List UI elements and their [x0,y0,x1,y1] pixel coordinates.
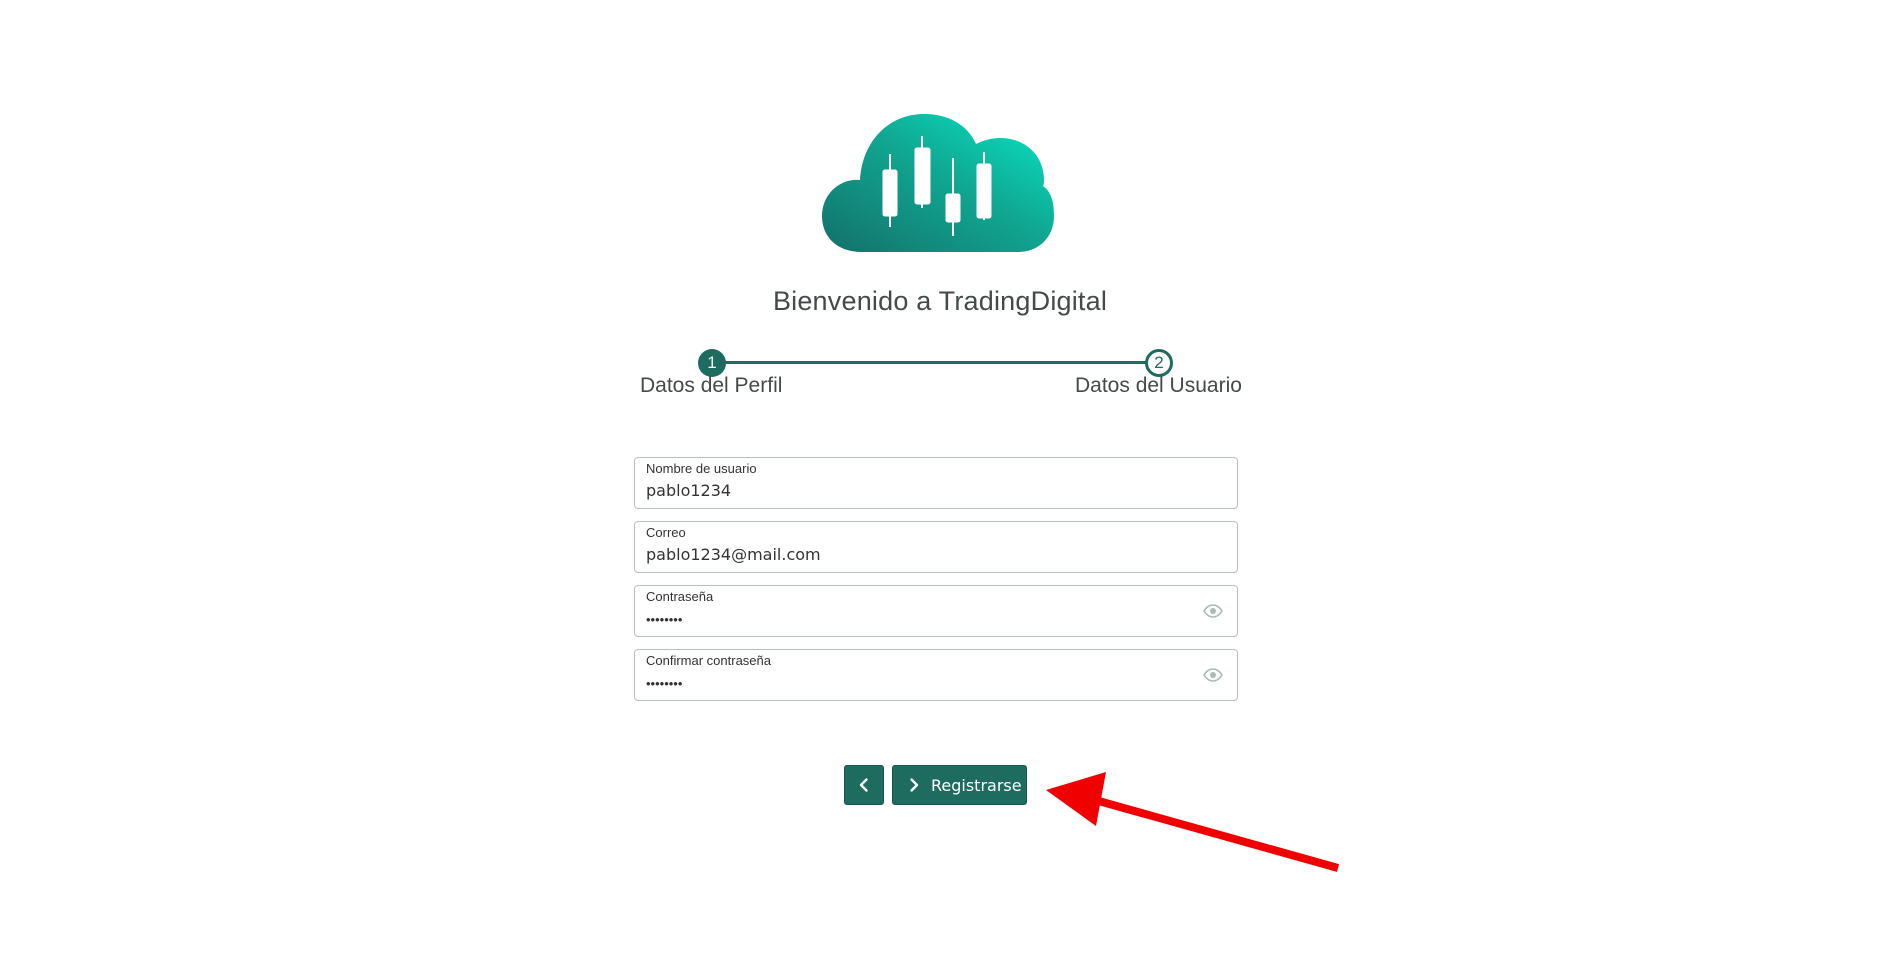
register-button[interactable]: Registrarse [892,765,1027,805]
annotation-arrow-icon [1046,772,1340,872]
page-title: Bienvenido a TradingDigital [772,286,1108,316]
username-field[interactable]: Nombre de usuario pablo1234 [634,457,1238,509]
confirm-password-value[interactable]: •••••••• [646,676,682,691]
email-field[interactable]: Correo pablo1234@mail.com [634,521,1238,573]
password-field[interactable]: Contraseña •••••••• [634,585,1238,637]
register-button-label: Registrarse [931,775,1022,795]
back-button[interactable] [844,765,884,805]
password-label: Contraseña [646,589,714,604]
email-value[interactable]: pablo1234@mail.com [646,545,821,564]
eye-icon[interactable] [1203,668,1223,682]
username-label: Nombre de usuario [646,461,757,476]
tradingdigital-logo [822,114,1054,252]
username-value[interactable]: pablo1234 [646,481,731,500]
stepper-progress-line [722,361,1168,364]
step-1-indicator[interactable]: 1 [698,349,726,377]
chevron-right-icon [910,778,919,792]
password-value[interactable]: •••••••• [646,612,682,627]
chevron-left-icon [859,778,868,792]
step-1-label: Datos del Perfil [640,374,783,397]
email-label: Correo [646,525,686,540]
step-2-indicator[interactable]: 2 [1145,349,1173,377]
eye-icon[interactable] [1203,604,1223,618]
step-2-label: Datos del Usuario [1075,374,1242,397]
registration-page: Bienvenido a TradingDigital 1 2 Datos de… [0,0,1880,974]
confirm-password-field[interactable]: Confirmar contraseña •••••••• [634,649,1238,701]
confirm-password-label: Confirmar contraseña [646,653,771,668]
